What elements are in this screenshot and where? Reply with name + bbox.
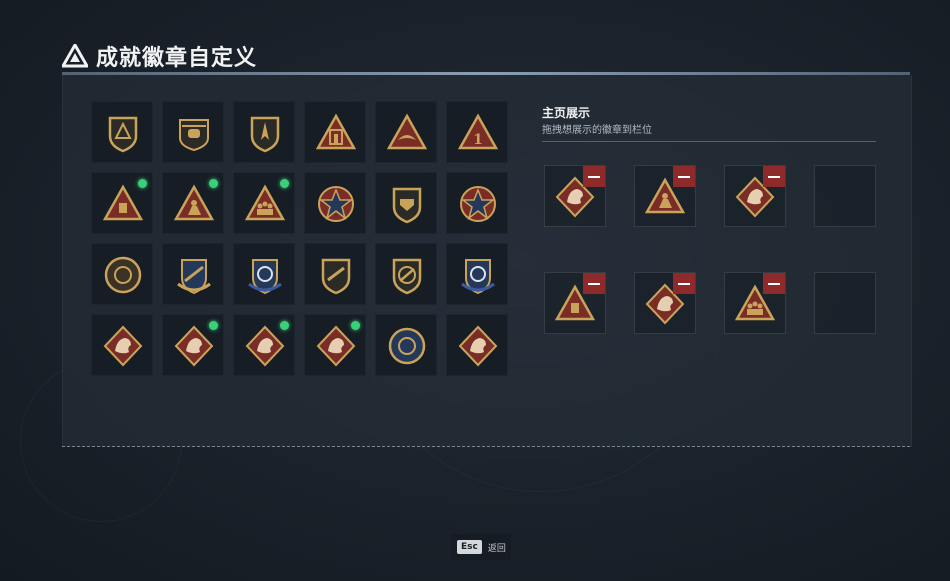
minus-icon [588,175,600,178]
new-indicator-dot [209,321,218,330]
shield-jet-badge-icon [250,116,280,153]
badge-cell[interactable] [162,172,224,234]
badge-cell[interactable] [446,243,508,305]
new-indicator-dot [138,179,147,188]
badge-cell[interactable] [446,314,508,376]
diamond-beast-badge-icon [458,325,498,367]
triangle-building-badge-icon [316,113,356,150]
minus-icon [588,282,600,285]
badge-cell[interactable] [91,101,153,163]
badge-cell[interactable] [162,101,224,163]
badge-cell[interactable] [91,243,153,305]
diamond-runner-badge-icon [316,325,356,367]
badge-cell[interactable] [162,243,224,305]
page-title: 成就徽章自定义 [96,46,258,71]
badge-cell[interactable] [162,314,224,376]
badge-cell[interactable] [233,314,295,376]
badge-cell[interactable] [304,172,366,234]
badge-cell[interactable] [91,314,153,376]
remove-badge-button[interactable] [763,166,785,187]
new-indicator-dot [280,179,289,188]
empty-display-slot[interactable] [814,165,876,227]
remove-badge-button[interactable] [673,166,695,187]
badge-cell[interactable] [304,101,366,163]
remove-badge-button[interactable] [673,273,695,294]
shield-emblem-badge-icon [392,187,422,224]
remove-badge-button[interactable] [583,166,605,187]
badge-cell[interactable] [233,243,295,305]
display-slot[interactable] [724,272,786,334]
page-header: 成就徽章自定义 [62,40,257,72]
triangle-number-one-badge-icon: 1 [458,113,498,150]
remove-badge-button[interactable] [583,273,605,294]
shield-triangle-badge-icon [108,116,138,153]
shield-sniper-badge-icon [392,258,422,295]
badge-cell[interactable] [304,314,366,376]
display-subtitle: 拖拽想展示的徽章到栏位 [542,125,652,136]
blue-crest-sniper-badge-icon [461,259,495,295]
triangle-tower-badge-icon [103,184,143,221]
badge-cell[interactable] [375,314,437,376]
stars-shield-badge-icon [460,186,496,222]
triangle-wings-badge-icon [387,113,427,150]
round-emblem-badge-icon [104,256,142,294]
minus-icon [768,175,780,178]
badge-cell[interactable] [375,243,437,305]
new-indicator-dot [209,179,218,188]
diamond-dragon-badge-icon [245,325,285,367]
minus-icon [678,175,690,178]
display-title: 主页展示 [542,106,591,120]
round-wolf-badge-icon [388,327,426,365]
badge-cell[interactable] [233,101,295,163]
badge-cell[interactable] [446,172,508,234]
esc-key: Esc [457,540,482,554]
triangle-soldier-badge-icon [174,184,214,221]
blue-crest-badge-icon [248,259,282,295]
new-indicator-dot [351,321,360,330]
shield-rifle-badge-icon [321,258,351,295]
display-divider [542,141,876,142]
display-slot[interactable] [634,165,696,227]
helicopter-badge-icon [179,119,209,152]
display-slot[interactable] [724,165,786,227]
badge-cell[interactable] [233,172,295,234]
new-indicator-dot [280,321,289,330]
badge-cell[interactable]: 1 [446,101,508,163]
svg-text:1: 1 [473,132,483,148]
minus-icon [768,282,780,285]
triangle-squad-badge-icon [245,184,285,221]
badge-cell[interactable] [375,172,437,234]
star-medal-badge-icon [318,186,354,222]
empty-display-slot[interactable] [814,272,876,334]
remove-badge-button[interactable] [763,273,785,294]
crest-rifle-badge-icon [177,259,211,295]
display-slot[interactable] [544,165,606,227]
triangle-logo-icon [62,44,88,68]
diamond-wolf-badge-icon [103,325,143,367]
minus-icon [678,282,690,285]
diamond-dragon-badge-icon [174,325,214,367]
badge-cell[interactable] [91,172,153,234]
badge-cell[interactable] [304,243,366,305]
display-slot[interactable] [634,272,696,334]
panel-bottom-border [62,446,910,447]
badge-cell[interactable] [375,101,437,163]
display-slot[interactable] [544,272,606,334]
back-label: 返回 [487,543,506,554]
back-button[interactable]: Esc 返回 [451,534,511,560]
